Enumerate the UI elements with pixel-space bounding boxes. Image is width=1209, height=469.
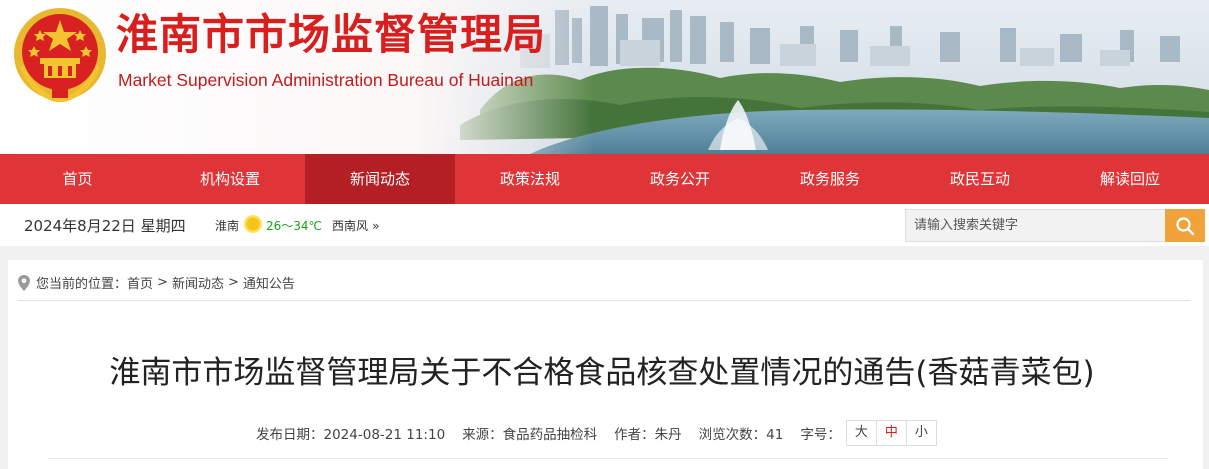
current-date: 2024年8月22日 星期四 xyxy=(24,217,186,235)
article-source: 来源：食品药品抽检科 xyxy=(462,427,598,443)
nav-item-news[interactable]: 新闻动态 xyxy=(305,154,455,204)
nav-item-interpretation[interactable]: 解读回应 xyxy=(1055,154,1205,204)
search-box xyxy=(905,209,1205,242)
article-meta: 发布日期：2024-08-21 11:10 来源：食品药品抽检科 作者：朱丹 浏… xyxy=(256,420,937,446)
nav-item-policies[interactable]: 政策法规 xyxy=(455,154,605,204)
font-size-small-button[interactable]: 小 xyxy=(905,420,937,446)
breadcrumb-notices[interactable]: 通知公告 xyxy=(243,273,295,292)
search-icon xyxy=(1176,216,1195,235)
search-input[interactable] xyxy=(905,209,1167,242)
sun-icon xyxy=(244,214,263,233)
font-size-large-button[interactable]: 大 xyxy=(845,420,877,446)
nav-item-services[interactable]: 政务服务 xyxy=(755,154,905,204)
article-card: 您当前的位置： 首页 > 新闻动态 > 通知公告 淮南市市场监督管理局关于不合格… xyxy=(8,260,1203,469)
nav-item-organization[interactable]: 机构设置 xyxy=(155,154,305,204)
nav-item-interaction[interactable]: 政民互动 xyxy=(905,154,1055,204)
view-count: 浏览次数：41 xyxy=(698,427,784,443)
weather-widget: 淮南 26～34℃ 西南风 » xyxy=(215,214,379,234)
site-subtitle: Market Supervision Administration Bureau… xyxy=(118,70,534,90)
main-nav: 首页 机构设置 新闻动态 政策法规 政务公开 政务服务 政民互动 解读回应 xyxy=(0,154,1209,204)
nav-item-government-affairs[interactable]: 政务公开 xyxy=(605,154,755,204)
info-bar: 2024年8月22日 星期四 淮南 26～34℃ 西南风 » xyxy=(0,204,1209,246)
weather-wind: 西南风 xyxy=(332,219,369,233)
font-size-switcher: 大 中 小 xyxy=(845,420,937,446)
divider xyxy=(18,300,1190,301)
breadcrumb-prefix: 您当前的位置： xyxy=(36,277,128,292)
publish-date: 发布日期：2024-08-21 11:10 xyxy=(256,427,446,443)
header-banner: 淮南市市场监督管理局 Market Supervision Administra… xyxy=(0,0,1209,154)
breadcrumb-separator: > xyxy=(227,275,239,290)
site-title: 淮南市市场监督管理局 xyxy=(116,10,547,59)
national-emblem-icon xyxy=(14,8,106,102)
breadcrumb-news[interactable]: 新闻动态 xyxy=(172,273,224,292)
breadcrumb: 您当前的位置： 首页 > 新闻动态 > 通知公告 xyxy=(18,273,295,292)
search-button[interactable] xyxy=(1165,209,1205,242)
breadcrumb-home[interactable]: 首页 xyxy=(127,273,153,292)
breadcrumb-separator: > xyxy=(157,275,168,290)
weather-more-link[interactable]: » xyxy=(372,219,379,233)
article-title: 淮南市市场监督管理局关于不合格食品核查处置情况的通告(香菇青菜包) xyxy=(109,355,1095,391)
weather-city: 淮南 xyxy=(215,219,240,233)
article-author: 作者：朱丹 xyxy=(614,427,682,443)
divider xyxy=(48,458,1168,459)
location-pin-icon xyxy=(18,274,30,291)
font-size-medium-button[interactable]: 中 xyxy=(875,420,907,446)
font-size-label: 字号： xyxy=(800,427,841,443)
weather-temperature: 26～34℃ xyxy=(266,219,323,233)
nav-item-home[interactable]: 首页 xyxy=(0,154,155,204)
